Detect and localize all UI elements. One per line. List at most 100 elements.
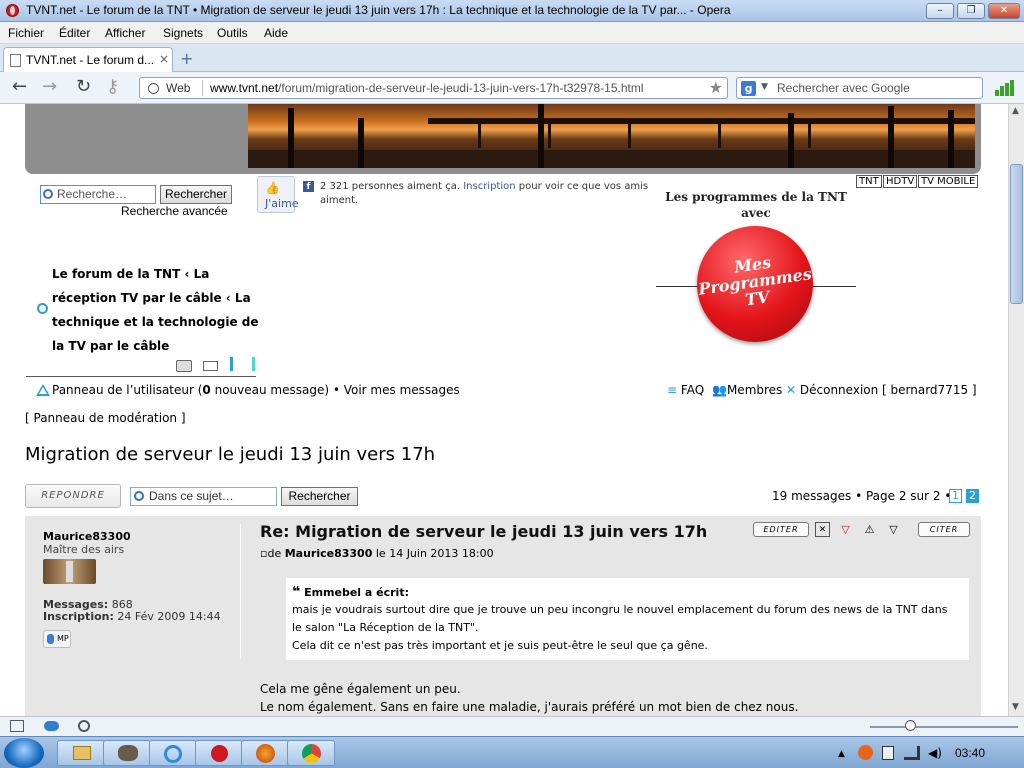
user-panel-rest[interactable]: nouveau message) • Voir mes messages [211, 383, 460, 397]
author-rank: Maître des airs [43, 543, 125, 556]
facebook-signup-link[interactable]: Inscription [463, 181, 515, 192]
address-url[interactable]: www.tvnt.net/forum/migration-de-serveur-… [210, 81, 644, 95]
faq-link[interactable]: ≡ FAQ [667, 383, 704, 397]
zoom-slider-track[interactable] [870, 726, 1018, 728]
user-panel-line[interactable]: Panneau de l’utilisateur (0 nouveau mess… [52, 383, 460, 397]
start-button[interactable] [4, 738, 44, 768]
report-icon[interactable]: ▽ [838, 522, 853, 537]
vertical-scrollbar[interactable]: ▲ ▼ [1008, 104, 1024, 716]
taskbar-opera[interactable] [195, 740, 243, 766]
user-panel-link[interactable]: Panneau de l’utilisateur ( [52, 383, 202, 397]
facebook-like-button[interactable]: 👍 J'aime [257, 176, 299, 213]
taskbar-ie[interactable] [149, 740, 197, 766]
tag-hdtv[interactable]: HDTV [883, 175, 918, 188]
topic-search-button[interactable]: Rechercher [281, 487, 358, 506]
reload-icon[interactable]: ↻ [76, 78, 91, 96]
warn-icon[interactable]: ⚠ [862, 522, 877, 537]
tag-tv-mobile[interactable]: TV MOBILE [918, 175, 979, 188]
globe-icon [148, 83, 159, 94]
zoom-slider-knob[interactable] [905, 720, 916, 731]
clipboard-icon[interactable] [882, 746, 894, 760]
pier-post [718, 118, 721, 148]
speed-dial-icon[interactable] [78, 720, 90, 732]
members-link[interactable]: 👥Membres [712, 383, 782, 397]
forum-search-placeholder: Recherche… [57, 187, 128, 201]
private-message-button[interactable]: MP [43, 630, 71, 648]
taskbar-firefox[interactable] [241, 740, 289, 766]
topic-search-placeholder: Dans ce sujet… [149, 489, 234, 503]
advanced-search-link[interactable]: Recherche avancée [121, 204, 228, 218]
email-icon[interactable] [203, 361, 218, 371]
info-icon[interactable]: ▽ [886, 522, 901, 537]
firefox-icon [256, 744, 275, 763]
tab-close-icon[interactable]: × [159, 52, 169, 66]
address-path: /forum/migration-de-serveur-le-jeudi-13-… [278, 81, 644, 95]
scroll-down-icon[interactable]: ▼ [1012, 702, 1019, 712]
topic-search-input[interactable]: Dans ce sujet… [130, 487, 277, 506]
tray-expand-icon[interactable]: ▲ [838, 749, 845, 759]
system-clock[interactable]: 03:40 [955, 746, 985, 760]
delete-icon[interactable]: ✕ [815, 522, 830, 537]
back-icon[interactable]: ← [12, 78, 27, 96]
breadcrumb-bullet-icon [37, 303, 48, 314]
menu-editer[interactable]: Éditer [59, 26, 90, 40]
facebook-like-count: 2 321 personnes aiment ça. [320, 181, 461, 192]
palm-tree [288, 108, 294, 168]
scroll-up-icon[interactable]: ▲ [1012, 106, 1019, 116]
palm-tree [888, 106, 894, 168]
scrollbar-thumb[interactable] [1010, 164, 1023, 304]
post-author[interactable]: Maurice83300 [43, 530, 131, 543]
menu-aide[interactable]: Aide [264, 26, 288, 40]
forward-icon[interactable]: → [42, 78, 57, 96]
menu-fichier[interactable]: Fichier [8, 26, 44, 40]
volume-icon[interactable]: ◀) [928, 746, 942, 760]
edit-button[interactable]: EDITER [753, 522, 809, 537]
cloud-sync-icon[interactable] [44, 721, 59, 731]
maximize-button[interactable]: ❐ [957, 3, 985, 19]
taskbar-chrome[interactable] [287, 740, 335, 766]
address-mode: Web [166, 81, 191, 95]
new-tab-icon[interactable]: + [180, 49, 193, 68]
quote-button[interactable]: CITER [918, 522, 970, 537]
reply-button[interactable]: REPONDRE [25, 484, 121, 508]
turbo-signal-icon[interactable] [995, 80, 1015, 96]
bookmark-star-icon[interactable]: ★ [709, 78, 723, 97]
moderation-panel-link[interactable]: [ Panneau de modération ] [25, 411, 186, 425]
panel-toggle-icon[interactable] [10, 720, 24, 732]
address-field[interactable]: Web www.tvnt.net/forum/migration-de-serv… [139, 77, 728, 99]
search-engine-dropdown-icon[interactable]: ▼ [761, 82, 768, 92]
palm-tree [358, 118, 364, 168]
page-1-link[interactable]: 1 [949, 489, 962, 503]
topic-title[interactable]: Migration de serveur le jeudi 13 juin ve… [25, 444, 435, 465]
post-meta-author[interactable]: Maurice83300 [285, 547, 373, 560]
facebook-like-text: 2 321 personnes aiment ça. Inscription p… [320, 180, 650, 208]
pier-post [478, 118, 481, 148]
close-button[interactable]: ✕ [988, 3, 1020, 19]
menu-signets[interactable]: Signets [163, 26, 203, 40]
forum-search-button[interactable]: Rechercher [160, 185, 232, 204]
page-viewport: Recherche… Rechercher Recherche avancée … [0, 104, 1008, 716]
google-search-field[interactable]: g ▼ Rechercher avec Google [736, 77, 983, 99]
menu-outils[interactable]: Outils [217, 26, 248, 40]
logout-link[interactable]: ✕ Déconnexion [ bernard7715 ] [786, 383, 977, 397]
mesprog-logo[interactable]: Mes Programmes TV [697, 226, 813, 342]
taskbar-explorer[interactable] [57, 740, 105, 766]
key-icon[interactable]: ⚷ [106, 78, 119, 96]
tag-tnt[interactable]: TNT [856, 175, 882, 188]
avast-icon[interactable] [858, 745, 873, 760]
ie-icon [164, 745, 182, 763]
print-icon[interactable] [176, 360, 192, 372]
tab-tvnt[interactable]: TVNT.net - Le forum d... × [3, 47, 173, 72]
forum-search-input[interactable]: Recherche… [40, 185, 156, 204]
font-size-icon[interactable] [230, 357, 233, 371]
taskbar-gimp[interactable] [103, 740, 151, 766]
faq-icon: ≡ [667, 383, 678, 397]
network-icon[interactable] [904, 746, 920, 760]
post-title[interactable]: Re: Migration de serveur le jeudi 13 jui… [260, 522, 707, 541]
breadcrumb[interactable]: Le forum de la TNT ‹ La réception TV par… [52, 262, 260, 358]
minimize-button[interactable]: – [926, 3, 954, 19]
font-size-icon[interactable] [252, 357, 255, 371]
menu-afficher[interactable]: Afficher [105, 26, 145, 40]
signal-bar [1005, 83, 1009, 96]
faq-label: FAQ [680, 383, 705, 397]
